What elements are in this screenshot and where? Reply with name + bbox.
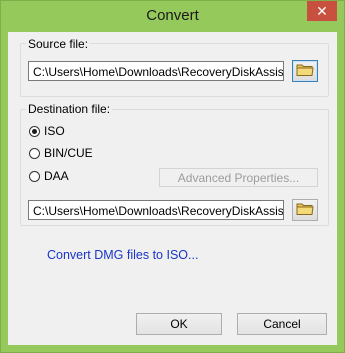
source-label: Source file:	[26, 37, 91, 51]
convert-dialog: Convert ✕ Source file: C:\Users\Home\Dow…	[0, 0, 345, 353]
source-path-field[interactable]: C:\Users\Home\Downloads\RecoveryDiskAssi…	[28, 61, 284, 81]
source-browse-button[interactable]	[292, 60, 318, 82]
window-title: Convert	[146, 7, 199, 24]
advanced-properties-button[interactable]: Advanced Properties...	[159, 168, 318, 187]
cancel-button[interactable]: Cancel	[237, 313, 327, 335]
dialog-body: Source file: C:\Users\Home\Downloads\Rec…	[8, 32, 337, 345]
ok-button[interactable]: OK	[136, 313, 222, 335]
folder-icon	[296, 63, 314, 80]
title-bar: Convert ✕	[1, 1, 344, 32]
radio-bincue-indicator[interactable]	[29, 147, 40, 159]
destination-browse-button[interactable]	[292, 199, 318, 221]
radio-bincue-label: BIN/CUE	[44, 146, 93, 160]
radio-iso-label: ISO	[44, 124, 65, 138]
folder-icon	[296, 202, 314, 219]
radio-iso-indicator[interactable]	[29, 125, 40, 137]
destination-label: Destination file:	[26, 102, 113, 116]
destination-path-field[interactable]: C:\Users\Home\Downloads\RecoveryDiskAssi…	[28, 200, 284, 220]
radio-daa-label: DAA	[44, 169, 69, 183]
close-icon: ✕	[316, 2, 328, 19]
radio-daa-indicator[interactable]	[29, 170, 40, 182]
radio-iso[interactable]: ISO	[29, 124, 65, 138]
radio-bincue[interactable]: BIN/CUE	[29, 146, 93, 160]
convert-dmg-link[interactable]: Convert DMG files to ISO...	[47, 248, 198, 262]
radio-daa[interactable]: DAA	[29, 169, 69, 183]
close-button[interactable]: ✕	[307, 1, 337, 21]
